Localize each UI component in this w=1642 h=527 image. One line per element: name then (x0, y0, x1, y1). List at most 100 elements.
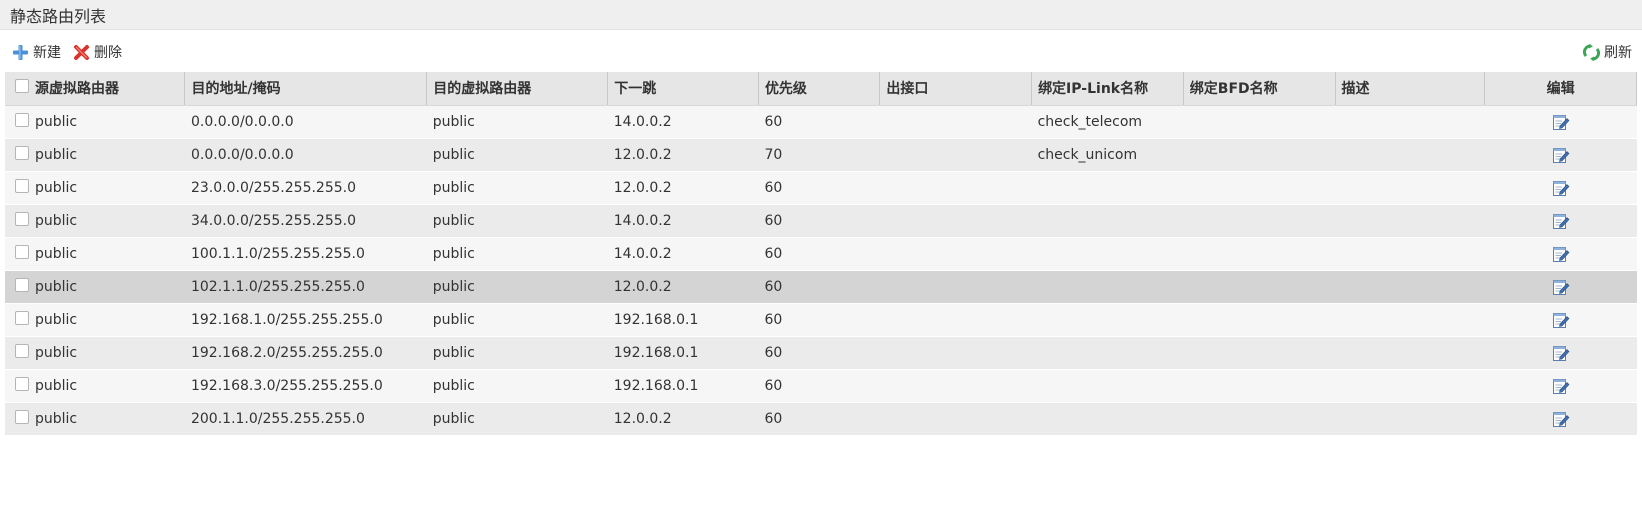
out-if-cell (879, 204, 1032, 238)
priority-cell: 60 (758, 303, 880, 337)
desc-cell (1335, 237, 1485, 271)
table-row[interactable]: public 23.0.0.0/255.255.255.0 public 12.0.0… (5, 171, 1637, 205)
row-checkbox[interactable] (15, 343, 29, 358)
src-vr-cell: public (5, 369, 185, 403)
src-vr-cell: public (5, 105, 185, 139)
row-checkbox[interactable] (15, 310, 29, 325)
col-header-edit: 编辑 (1484, 72, 1637, 106)
delete-button-label: 删除 (94, 45, 122, 61)
delete-x-icon (73, 44, 90, 61)
edit-cell (1484, 171, 1637, 205)
out-if-cell (879, 105, 1032, 139)
src-vr-cell: public (5, 138, 185, 172)
next-hop-cell: 192.168.0.1 (607, 369, 759, 403)
next-hop-cell: 12.0.0.2 (607, 138, 759, 172)
bfd-cell (1183, 270, 1336, 304)
refresh-icon (1583, 43, 1600, 61)
edit-cell (1484, 270, 1637, 304)
bfd-cell (1183, 204, 1336, 238)
next-hop-cell: 12.0.0.2 (607, 171, 759, 205)
table-row[interactable]: public 0.0.0.0/0.0.0.0 public 14.0.0.2 60 che… (5, 105, 1637, 139)
table-row[interactable]: public 100.1.1.0/255.255.255.0 public 14.0.… (5, 237, 1637, 271)
dest-cell: 23.0.0.0/255.255.255.0 (184, 171, 427, 205)
edit-icon[interactable] (1552, 212, 1570, 230)
priority-cell: 60 (758, 270, 880, 304)
src-vr-text: public (35, 344, 78, 361)
src-vr-cell: public (5, 270, 185, 304)
row-checkbox[interactable] (15, 376, 29, 391)
col-header-dest[interactable]: 目的地址/掩码 (184, 72, 428, 106)
edit-icon[interactable] (1552, 344, 1570, 362)
ip-link-cell (1031, 237, 1184, 271)
refresh-button[interactable]: 刷新 (1583, 42, 1632, 62)
row-checkbox[interactable] (15, 277, 29, 292)
edit-cell (1484, 303, 1637, 337)
bfd-cell (1183, 402, 1336, 436)
ip-link-cell (1031, 171, 1184, 205)
select-all-checkbox[interactable] (15, 79, 29, 94)
dest-vr-cell: public (426, 270, 608, 304)
table-row[interactable]: public 192.168.1.0/255.255.255.0 public 192… (5, 303, 1637, 337)
src-vr-cell: public (5, 204, 185, 238)
table-row[interactable]: public 102.1.1.0/255.255.255.0 public 12.0.… (5, 270, 1637, 304)
src-vr-text: public (35, 179, 78, 196)
dest-vr-cell: public (426, 138, 608, 172)
col-header-out-if[interactable]: 出接口 (879, 72, 1033, 106)
row-checkbox[interactable] (15, 244, 29, 259)
dest-vr-cell: public (426, 402, 608, 436)
edit-icon[interactable] (1552, 113, 1570, 131)
edit-icon[interactable] (1552, 377, 1570, 395)
table-row[interactable]: public 200.1.1.0/255.255.255.0 public 12.0.… (5, 402, 1637, 436)
table-row[interactable]: public 192.168.3.0/255.255.255.0 public 192… (5, 369, 1637, 403)
priority-cell: 60 (758, 105, 880, 139)
col-header-desc[interactable]: 描述 (1335, 72, 1486, 106)
row-checkbox[interactable] (15, 211, 29, 226)
ip-link-cell (1031, 369, 1184, 403)
delete-button[interactable]: 删除 (73, 42, 122, 62)
table-row[interactable]: public 0.0.0.0/0.0.0.0 public 12.0.0.2 70 che… (5, 138, 1637, 172)
edit-icon[interactable] (1552, 146, 1570, 164)
edit-icon[interactable] (1552, 179, 1570, 197)
col-header-ip-link[interactable]: 绑定IP-Link名称 (1031, 72, 1184, 106)
edit-cell (1484, 204, 1637, 238)
src-vr-text: public (35, 311, 78, 328)
row-checkbox[interactable] (15, 409, 29, 424)
row-checkbox[interactable] (15, 145, 29, 160)
col-header-next-hop[interactable]: 下一跳 (607, 72, 759, 106)
next-hop-cell: 14.0.0.2 (607, 237, 759, 271)
table-row[interactable]: public 192.168.2.0/255.255.255.0 public 192… (5, 336, 1637, 370)
dest-cell: 102.1.1.0/255.255.255.0 (184, 270, 427, 304)
col-header-priority[interactable]: 优先级 (758, 72, 881, 106)
src-vr-text: public (35, 278, 78, 295)
edit-icon[interactable] (1552, 410, 1570, 428)
priority-cell: 60 (758, 336, 880, 370)
new-button[interactable]: 新建 (12, 42, 61, 62)
src-vr-cell: public (5, 171, 185, 205)
next-hop-cell: 14.0.0.2 (607, 105, 759, 139)
bfd-cell (1183, 303, 1336, 337)
desc-cell (1335, 270, 1485, 304)
src-vr-text: public (35, 113, 78, 130)
edit-icon[interactable] (1552, 311, 1570, 329)
row-checkbox[interactable] (15, 112, 29, 127)
table-row[interactable]: public 34.0.0.0/255.255.255.0 public 14.0.0… (5, 204, 1637, 238)
new-button-label: 新建 (33, 45, 61, 61)
col-header-dest-vr[interactable]: 目的虚拟路由器 (426, 72, 609, 106)
src-vr-text: public (35, 212, 78, 229)
ip-link-cell: check_telecom (1031, 105, 1184, 139)
edit-icon[interactable] (1552, 245, 1570, 263)
desc-cell (1335, 402, 1485, 436)
desc-cell (1335, 105, 1485, 139)
edit-cell (1484, 369, 1637, 403)
col-header-bfd[interactable]: 绑定BFD名称 (1183, 72, 1336, 106)
edit-cell (1484, 237, 1637, 271)
bfd-cell (1183, 369, 1336, 403)
col-header-src-vr[interactable]: 源虚拟路由器 (5, 72, 186, 106)
ip-link-cell (1031, 336, 1184, 370)
edit-icon[interactable] (1552, 278, 1570, 296)
page-title: 静态路由列表 (10, 6, 107, 26)
edit-cell (1484, 402, 1637, 436)
desc-cell (1335, 171, 1485, 205)
bfd-cell (1183, 237, 1336, 271)
row-checkbox[interactable] (15, 178, 29, 193)
